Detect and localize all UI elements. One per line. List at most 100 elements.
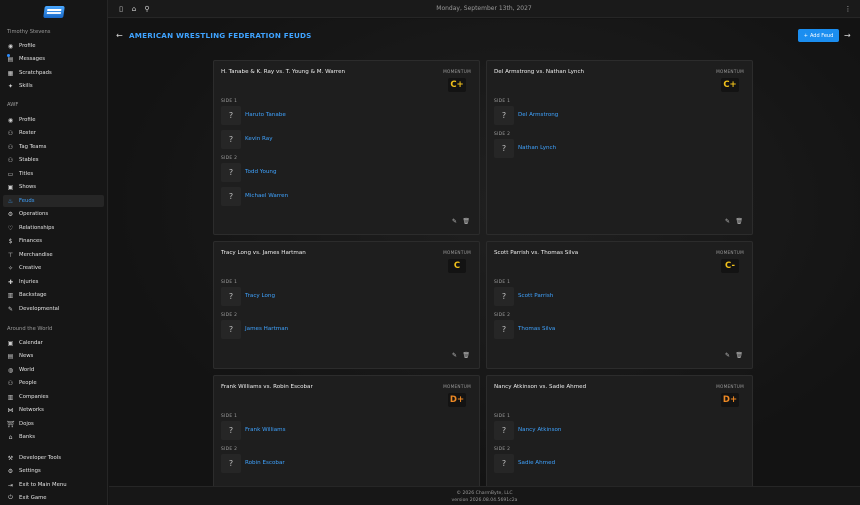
wrestler-name-link[interactable]: Frank Williams [245,427,286,433]
sidebar-item-news[interactable]: ▤ News [3,350,104,362]
wrestler-avatar[interactable]: ? [494,287,514,306]
edit-icon[interactable]: ✎ [452,352,457,359]
sidebar-item-banks[interactable]: ⌂ Banks [3,431,104,443]
sidebar-item-skills[interactable]: ✦ Skills [3,80,104,92]
sidebar-item-feuds[interactable]: ♨ Feuds [3,195,104,207]
sidebar-item-injuries[interactable]: ✚ Injuries [3,276,104,288]
sidebar-item-settings[interactable]: ⚙ Settings [3,465,104,477]
sidebar-item-people[interactable]: ⚇ People [3,377,104,389]
wrestler-avatar[interactable]: ? [221,421,241,440]
building-icon: ▥ [7,393,14,401]
sidebar-item-merchandise[interactable]: ⊤ Merchandise [3,249,104,261]
wrestler-avatar[interactable]: ? [221,106,241,125]
wrestler-avatar[interactable]: ? [221,130,241,149]
sidebar-item-finances[interactable]: $ Finances [3,235,104,247]
sidebar-item-tag-teams[interactable]: ⚇ Tag Teams [3,141,104,153]
plus-icon: + [803,32,808,39]
game-logo[interactable] [43,6,65,18]
sidebar-item-profile[interactable]: ◉ Profile [3,40,104,52]
wrestler-avatar[interactable]: ? [494,106,514,125]
wrestler-name-link[interactable]: James Hartman [245,326,288,332]
sidebar-item-shows[interactable]: ▣ Shows [3,181,104,193]
sidebar-item-operations[interactable]: ⚙ Operations [3,208,104,220]
sidebar: Timothy Stevens ◉ Profile ▤ Messages ▦ Scratch… [0,0,108,505]
side-2-label: SIDE 2 [221,313,238,318]
edit-icon[interactable]: ✎ [725,352,730,359]
sidebar-item-dojos[interactable]: ⛩ Dojos [3,418,104,430]
heart-icon: ♡ [7,224,14,232]
trash-icon[interactable]: 🗑 [735,218,743,225]
gear-icon: ⚙ [7,210,14,218]
feud-title[interactable]: H. Tanabe & K. Ray vs. T. Young & M. War… [221,69,345,75]
sidebar-item-label: Scratchpads [19,70,52,76]
wrestler-name-link[interactable]: Haruto Tanabe [245,112,286,118]
feud-title[interactable]: Scott Parrish vs. Thomas Silva [494,250,578,256]
sidebar-item-label: Banks [19,434,36,440]
sidebar-item-exit-to-main-menu[interactable]: ⇥ Exit to Main Menu [3,479,104,491]
sidebar-item-messages[interactable]: ▤ Messages [3,53,104,65]
wrestler-avatar[interactable]: ? [221,163,241,182]
sidebar-item-creative[interactable]: ✧ Creative [3,262,104,274]
sidebar-item-relationships[interactable]: ♡ Relationships [3,222,104,234]
sidebar-item-profile[interactable]: ◉ Profile [3,114,104,126]
trash-icon[interactable]: 🗑 [735,352,743,359]
sidebar-item-companies[interactable]: ▥ Companies [3,391,104,403]
person-circle-icon: ◉ [7,116,14,124]
feud-title[interactable]: Tracy Long vs. James Hartman [221,250,306,256]
feud-title[interactable]: Del Armstrong vs. Nathan Lynch [494,69,584,75]
fire-icon: ♨ [7,197,14,205]
wrestler-avatar[interactable]: ? [221,320,241,339]
wrestler-name-link[interactable]: Robin Escobar [245,460,285,466]
sidebar-item-scratchpads[interactable]: ▦ Scratchpads [3,67,104,79]
wrestler-avatar[interactable]: ? [494,320,514,339]
sidebar-item-label: Feuds [19,198,35,204]
side-1-label: SIDE 1 [221,414,238,419]
sidebar-item-titles[interactable]: ▭ Titles [3,168,104,180]
feud-title[interactable]: Frank Williams vs. Robin Escobar [221,384,313,390]
feud-title[interactable]: Nancy Atkinson vs. Sadie Ahmed [494,384,586,390]
edit-icon[interactable]: ✎ [452,218,457,225]
wrestler-avatar[interactable]: ? [494,454,514,473]
wrestler-avatar[interactable]: ? [221,454,241,473]
wrestler-name-link[interactable]: Michael Warren [245,193,288,199]
sidebar-item-stables[interactable]: ⚇ Stables [3,154,104,166]
shirt-icon: ⊤ [7,251,14,259]
wrestler-name-link[interactable]: Tracy Long [245,293,275,299]
forward-arrow-icon[interactable]: → [844,31,851,40]
sidebar-item-label: Exit Game [19,495,47,501]
sidebar-item-developer-tools[interactable]: ⚒ Developer Tools [3,452,104,464]
trash-icon[interactable]: 🗑 [462,218,470,225]
wrestler-name-link[interactable]: Nancy Atkinson [518,427,561,433]
wrestler-name-link[interactable]: Thomas Silva [518,326,555,332]
sidebar-item-exit-game[interactable]: ⏻ Exit Game [3,492,104,504]
wrestler-name-link[interactable]: Nathan Lynch [518,145,556,151]
momentum-label: MOMENTUM [716,250,744,255]
wrestler-name-link[interactable]: Scott Parrish [518,293,553,299]
sidebar-item-label: Profile [19,43,36,49]
wrestler-name-link[interactable]: Kevin Ray [245,136,273,142]
momentum-label: MOMENTUM [716,69,744,74]
wrestler-avatar[interactable]: ? [221,287,241,306]
sidebar-item-label: Skills [19,83,33,89]
wrestler-avatar[interactable]: ? [494,421,514,440]
back-arrow-icon[interactable]: ← [116,31,123,40]
wrestler-name-link[interactable]: Todd Young [245,169,277,175]
momentum-grade: C- [721,259,739,273]
wrestler-name-link[interactable]: Del Armstrong [518,112,558,118]
add-feud-button[interactable]: + Add Feud [798,29,839,42]
sidebar-item-label: Exit to Main Menu [19,482,67,488]
sidebar-item-roster[interactable]: ⚇ Roster [3,127,104,139]
sidebar-item-world[interactable]: ◍ World [3,364,104,376]
trash-icon[interactable]: 🗑 [462,352,470,359]
sidebar-item-label: Tag Teams [19,144,47,150]
edit-icon[interactable]: ✎ [725,218,730,225]
wrestler-name-link[interactable]: Sadie Ahmed [518,460,555,466]
sidebar-item-networks[interactable]: ⋈ Networks [3,404,104,416]
sidebar-item-calendar[interactable]: ▣ Calendar [3,337,104,349]
wrestler-avatar[interactable]: ? [494,139,514,158]
wrestler-avatar[interactable]: ? [221,187,241,206]
sidebar-item-backstage[interactable]: ▥ Backstage [3,289,104,301]
version-text: version 2026.08.04.5691c2a [451,498,518,503]
more-menu-icon[interactable]: ⋮ [844,5,852,13]
sidebar-item-developmental[interactable]: ✎ Developmental [3,303,104,315]
